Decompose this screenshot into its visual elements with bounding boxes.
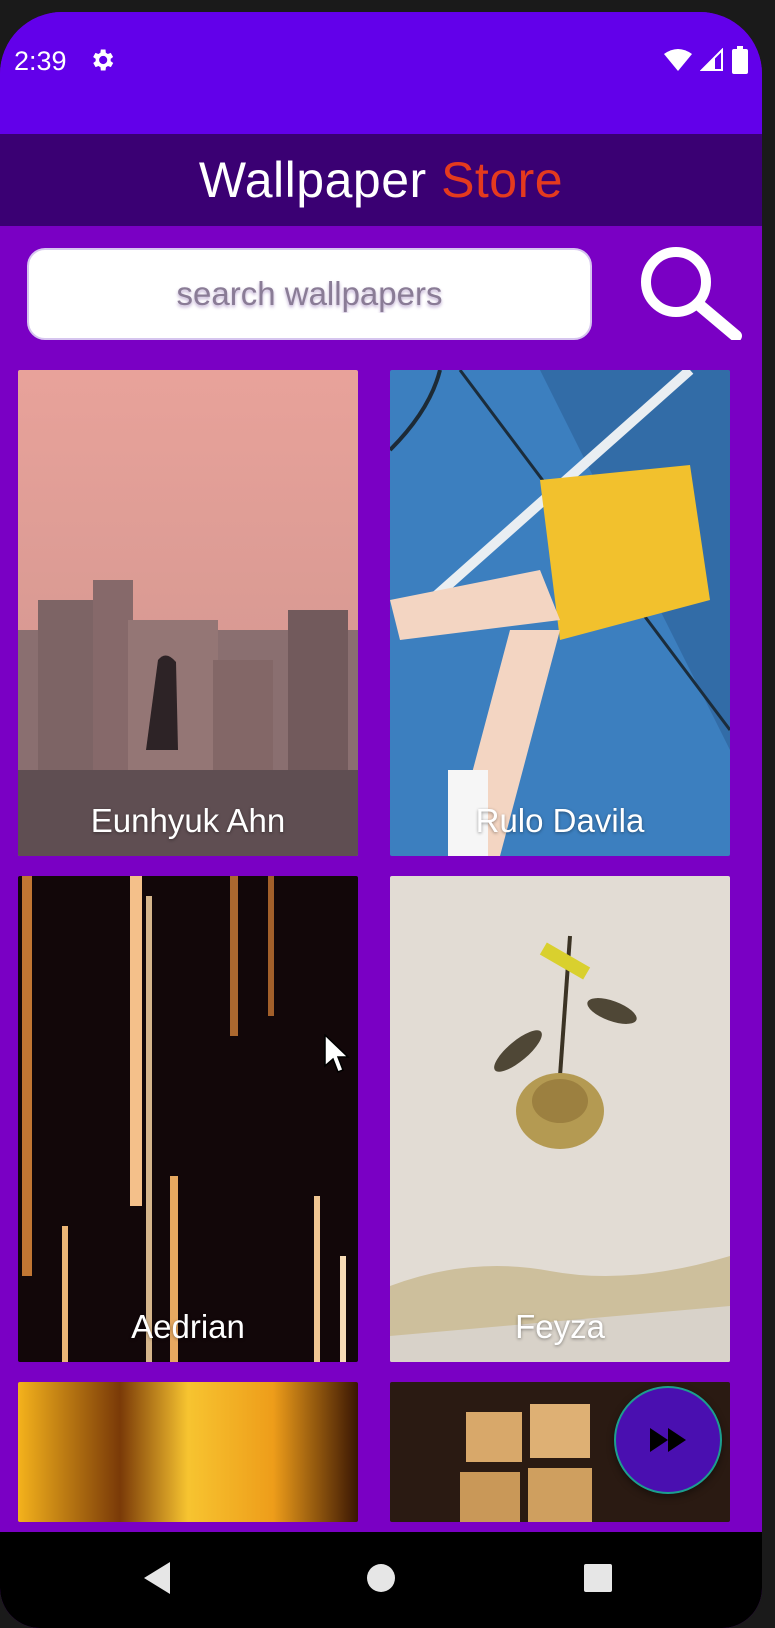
- wallpaper-author: Rulo Davila: [475, 802, 645, 839]
- fast-forward-button[interactable]: [614, 1386, 722, 1494]
- battery-icon: [732, 46, 748, 74]
- search-input[interactable]: [27, 248, 592, 340]
- phone-screen: 2:39 Wallpaper Store search wallpapers E…: [0, 12, 762, 1628]
- wallpaper-card[interactable]: Rulo Davila: [390, 370, 730, 856]
- navigation-bar: [0, 1532, 762, 1628]
- wallpaper-author: Aedrian: [131, 1308, 245, 1345]
- wallpaper-image: [18, 1382, 358, 1522]
- search-row: [0, 226, 762, 368]
- app-bar: Wallpaper Store: [0, 134, 762, 226]
- mouse-cursor-icon: [324, 1034, 350, 1073]
- app-title-main: Wallpaper: [198, 152, 427, 208]
- back-icon[interactable]: [138, 1558, 178, 1598]
- wallpaper-author: Eunhyuk Ahn: [90, 802, 286, 839]
- signal-icon: [700, 48, 723, 71]
- wallpaper-card[interactable]: Feyza: [390, 876, 730, 1362]
- wallpaper-card[interactable]: [18, 1382, 358, 1522]
- gear-icon: [93, 49, 114, 71]
- wallpaper-card[interactable]: Eunhyuk Ahn: [18, 370, 358, 856]
- wallpaper-image: [390, 370, 730, 856]
- search-icon[interactable]: [634, 244, 742, 340]
- wallpaper-image: [390, 876, 730, 1362]
- wallpaper-image: [18, 370, 358, 856]
- home-icon[interactable]: [361, 1558, 401, 1598]
- wallpaper-image: [18, 876, 358, 1362]
- wifi-icon: [664, 49, 692, 71]
- app-title: Wallpaper Store: [199, 151, 563, 209]
- wallpaper-author: Feyza: [515, 1308, 605, 1345]
- wallpaper-card[interactable]: Aedrian: [18, 876, 358, 1362]
- fast-forward-icon: [650, 1428, 686, 1452]
- recents-icon[interactable]: [578, 1558, 618, 1598]
- app-title-accent: Store: [441, 152, 564, 208]
- status-icons: [664, 46, 748, 74]
- status-bar: 2:39: [0, 12, 762, 134]
- status-time: 2:39: [14, 46, 67, 76]
